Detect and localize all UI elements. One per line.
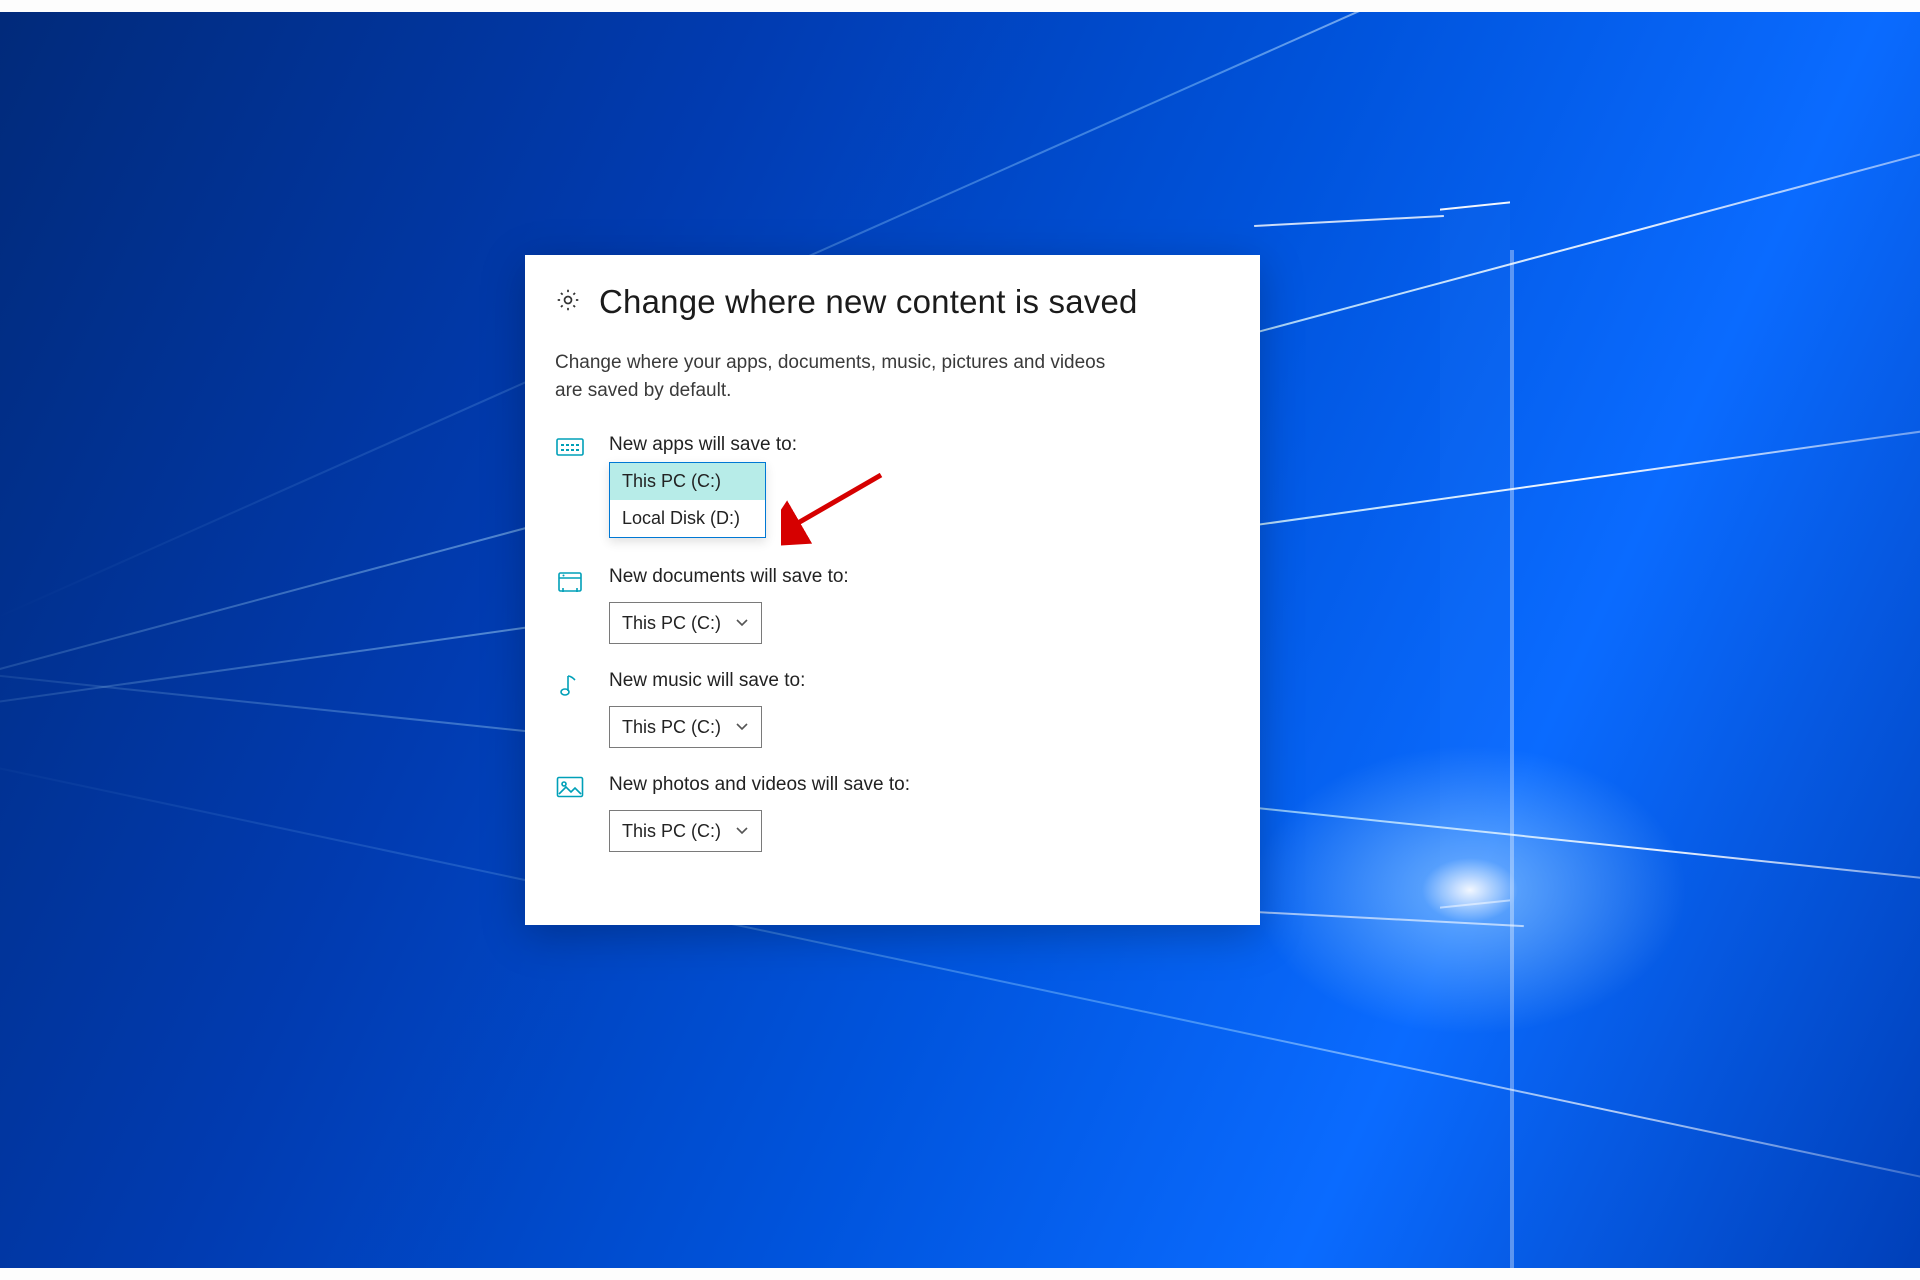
- documents-icon: [555, 566, 585, 594]
- apps-label: New apps will save to:: [609, 434, 1230, 456]
- letterbox-bottom: [0, 1268, 1920, 1280]
- photos-label: New photos and videos will save to:: [609, 774, 1230, 796]
- apps-option-this-pc[interactable]: This PC (C:): [610, 463, 765, 500]
- documents-label: New documents will save to:: [609, 566, 1230, 588]
- desktop-background: Change where new content is saved Change…: [0, 0, 1920, 1280]
- music-selected: This PC (C:): [622, 717, 721, 738]
- music-label: New music will save to:: [609, 670, 1230, 692]
- music-icon: [555, 670, 585, 700]
- photos-icon: [555, 774, 585, 798]
- setting-music: New music will save to: This PC (C:): [555, 670, 1230, 748]
- music-combo[interactable]: This PC (C:): [609, 706, 762, 748]
- chevron-down-icon: [735, 613, 749, 634]
- photos-selected: This PC (C:): [622, 821, 721, 842]
- photos-combo[interactable]: This PC (C:): [609, 810, 762, 852]
- letterbox-top: [0, 0, 1920, 12]
- documents-combo[interactable]: This PC (C:): [609, 602, 762, 644]
- page-subtitle: Change where your apps, documents, music…: [555, 349, 1135, 404]
- chevron-down-icon: [735, 821, 749, 842]
- apps-option-local-disk[interactable]: Local Disk (D:): [610, 500, 765, 537]
- setting-documents: New documents will save to: This PC (C:): [555, 566, 1230, 644]
- documents-selected: This PC (C:): [622, 613, 721, 634]
- page-title: Change where new content is saved: [599, 283, 1138, 321]
- gear-icon: [555, 287, 581, 318]
- chevron-down-icon: [735, 717, 749, 738]
- setting-photos: New photos and videos will save to: This…: [555, 774, 1230, 852]
- settings-window: Change where new content is saved Change…: [525, 255, 1260, 925]
- title-row: Change where new content is saved: [555, 283, 1230, 321]
- apps-dropdown[interactable]: This PC (C:) Local Disk (D:): [609, 462, 766, 538]
- apps-icon: [555, 434, 585, 458]
- setting-apps: New apps will save to: This PC (C:) Loca…: [555, 434, 1230, 470]
